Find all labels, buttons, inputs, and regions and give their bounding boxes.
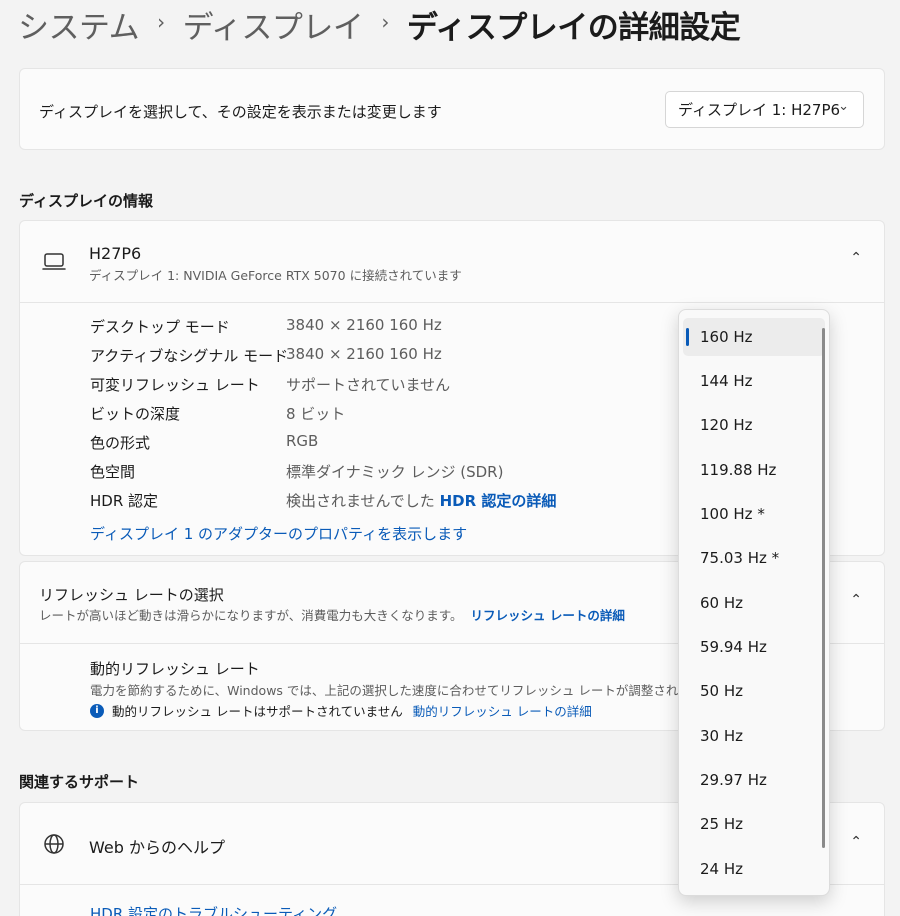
adapter-properties-link[interactable]: ディスプレイ 1 のアダプターのプロパティを表示します <box>90 523 467 544</box>
refresh-option[interactable]: 120 Hz <box>683 406 825 444</box>
hdr-details-link[interactable]: HDR 認定の詳細 <box>440 492 557 510</box>
refresh-option[interactable]: 119.88 Hz <box>683 451 825 489</box>
refresh-option[interactable]: 75.03 Hz * <box>683 539 825 577</box>
dynamic-refresh-details-link[interactable]: 動的リフレッシュ レートの詳細 <box>413 701 592 720</box>
breadcrumb-item-display[interactable]: ディスプレイ <box>183 2 364 47</box>
display-select[interactable]: ディスプレイ 1: H27P6 ⌄ <box>665 91 864 128</box>
hdr-troubleshooting-link[interactable]: HDR 設定のトラブルシューティング <box>90 903 337 916</box>
chevron-up-icon[interactable]: ⌃ <box>850 834 862 850</box>
globe-icon <box>44 834 64 854</box>
info-icon: i <box>90 703 104 718</box>
refresh-option[interactable]: 59.94 Hz <box>683 628 825 666</box>
refresh-option[interactable]: 160 Hz <box>683 318 825 356</box>
breadcrumb-separator-icon: › <box>381 10 389 34</box>
refresh-option[interactable]: 100 Hz * <box>683 495 825 533</box>
laptop-icon <box>42 253 66 270</box>
refresh-rate-dropdown[interactable]: 160 Hz 144 Hz 120 Hz 119.88 Hz 100 Hz * … <box>678 309 830 896</box>
related-support-heading: 関連するサポート <box>19 773 140 791</box>
dropdown-scrollbar[interactable] <box>822 328 825 848</box>
spec-value: 3840 × 2160 160 Hz <box>286 345 442 363</box>
refresh-rate-description: レートが高いほど動きは滑らかになりますが、消費電力も大きくなります。 リフレッシュ… <box>39 605 625 624</box>
spec-label: アクティブなシグナル モード <box>90 347 289 365</box>
refresh-rate-title: リフレッシュ レートの選択 <box>39 586 224 604</box>
refresh-option[interactable]: 29.97 Hz <box>683 761 825 799</box>
display-selector-label: ディスプレイを選択して、その設定を表示または変更します <box>39 103 442 121</box>
refresh-option[interactable]: 25 Hz <box>683 805 825 843</box>
display-info-header[interactable]: H27P6 ディスプレイ 1: NVIDIA GeForce RTX 5070 … <box>20 221 884 303</box>
monitor-connection: ディスプレイ 1: NVIDIA GeForce RTX 5070 に接続されて… <box>89 268 462 283</box>
display-info-heading: ディスプレイの情報 <box>19 192 153 210</box>
breadcrumb-separator-icon: › <box>157 10 165 34</box>
spec-value: 8 ビット <box>286 405 346 423</box>
spec-label: 可変リフレッシュ レート <box>90 376 260 394</box>
dynamic-refresh-note: i 動的リフレッシュ レートはサポートされていません 動的リフレッシュ レートの… <box>90 701 592 720</box>
refresh-rate-description-text: レートが高いほど動きは滑らかになりますが、消費電力も大きくなります。 <box>39 608 463 623</box>
chevron-up-icon[interactable]: ⌃ <box>850 250 862 266</box>
spec-label: 色空間 <box>90 463 136 481</box>
refresh-option[interactable]: 60 Hz <box>683 584 825 622</box>
spec-label: HDR 認定 <box>90 492 159 510</box>
spec-label: 色の形式 <box>90 434 151 452</box>
display-select-value: ディスプレイ 1: H27P6 <box>678 101 841 119</box>
chevron-down-icon: ⌄ <box>838 99 849 114</box>
breadcrumb: システム › ディスプレイ › ディスプレイの詳細設定 <box>18 2 741 47</box>
spec-value: RGB <box>286 432 319 450</box>
page-title: ディスプレイの詳細設定 <box>406 9 741 46</box>
refresh-option[interactable]: 144 Hz <box>683 362 825 400</box>
hdr-status: 検出されませんでした <box>286 492 435 510</box>
refresh-option[interactable]: 30 Hz <box>683 717 825 755</box>
spec-label: ビットの深度 <box>90 405 181 423</box>
spec-value: サポートされていません <box>286 376 451 394</box>
refresh-option[interactable]: 24 Hz <box>683 850 825 888</box>
dynamic-refresh-note-text: 動的リフレッシュ レートはサポートされていません <box>112 704 403 719</box>
dynamic-refresh-title: 動的リフレッシュ レート <box>90 660 260 678</box>
spec-label: デスクトップ モード <box>90 318 230 336</box>
help-title: Web からのヘルプ <box>89 838 225 857</box>
dynamic-refresh-description: 電力を節約するために、Windows では、上記の選択した速度に合わせてリフレッ… <box>90 683 704 698</box>
spec-value: 検出されませんでした HDR 認定の詳細 <box>286 490 556 511</box>
chevron-up-icon[interactable]: ⌃ <box>850 592 862 608</box>
refresh-option[interactable]: 50 Hz <box>683 672 825 710</box>
display-selector-card: ディスプレイを選択して、その設定を表示または変更します ディスプレイ 1: H2… <box>19 68 885 150</box>
spec-value: 標準ダイナミック レンジ (SDR) <box>286 463 504 481</box>
refresh-rate-details-link[interactable]: リフレッシュ レートの詳細 <box>471 608 625 623</box>
spec-value: 3840 × 2160 160 Hz <box>286 316 442 334</box>
breadcrumb-item-system[interactable]: システム <box>18 2 140 47</box>
monitor-name: H27P6 <box>89 244 142 263</box>
